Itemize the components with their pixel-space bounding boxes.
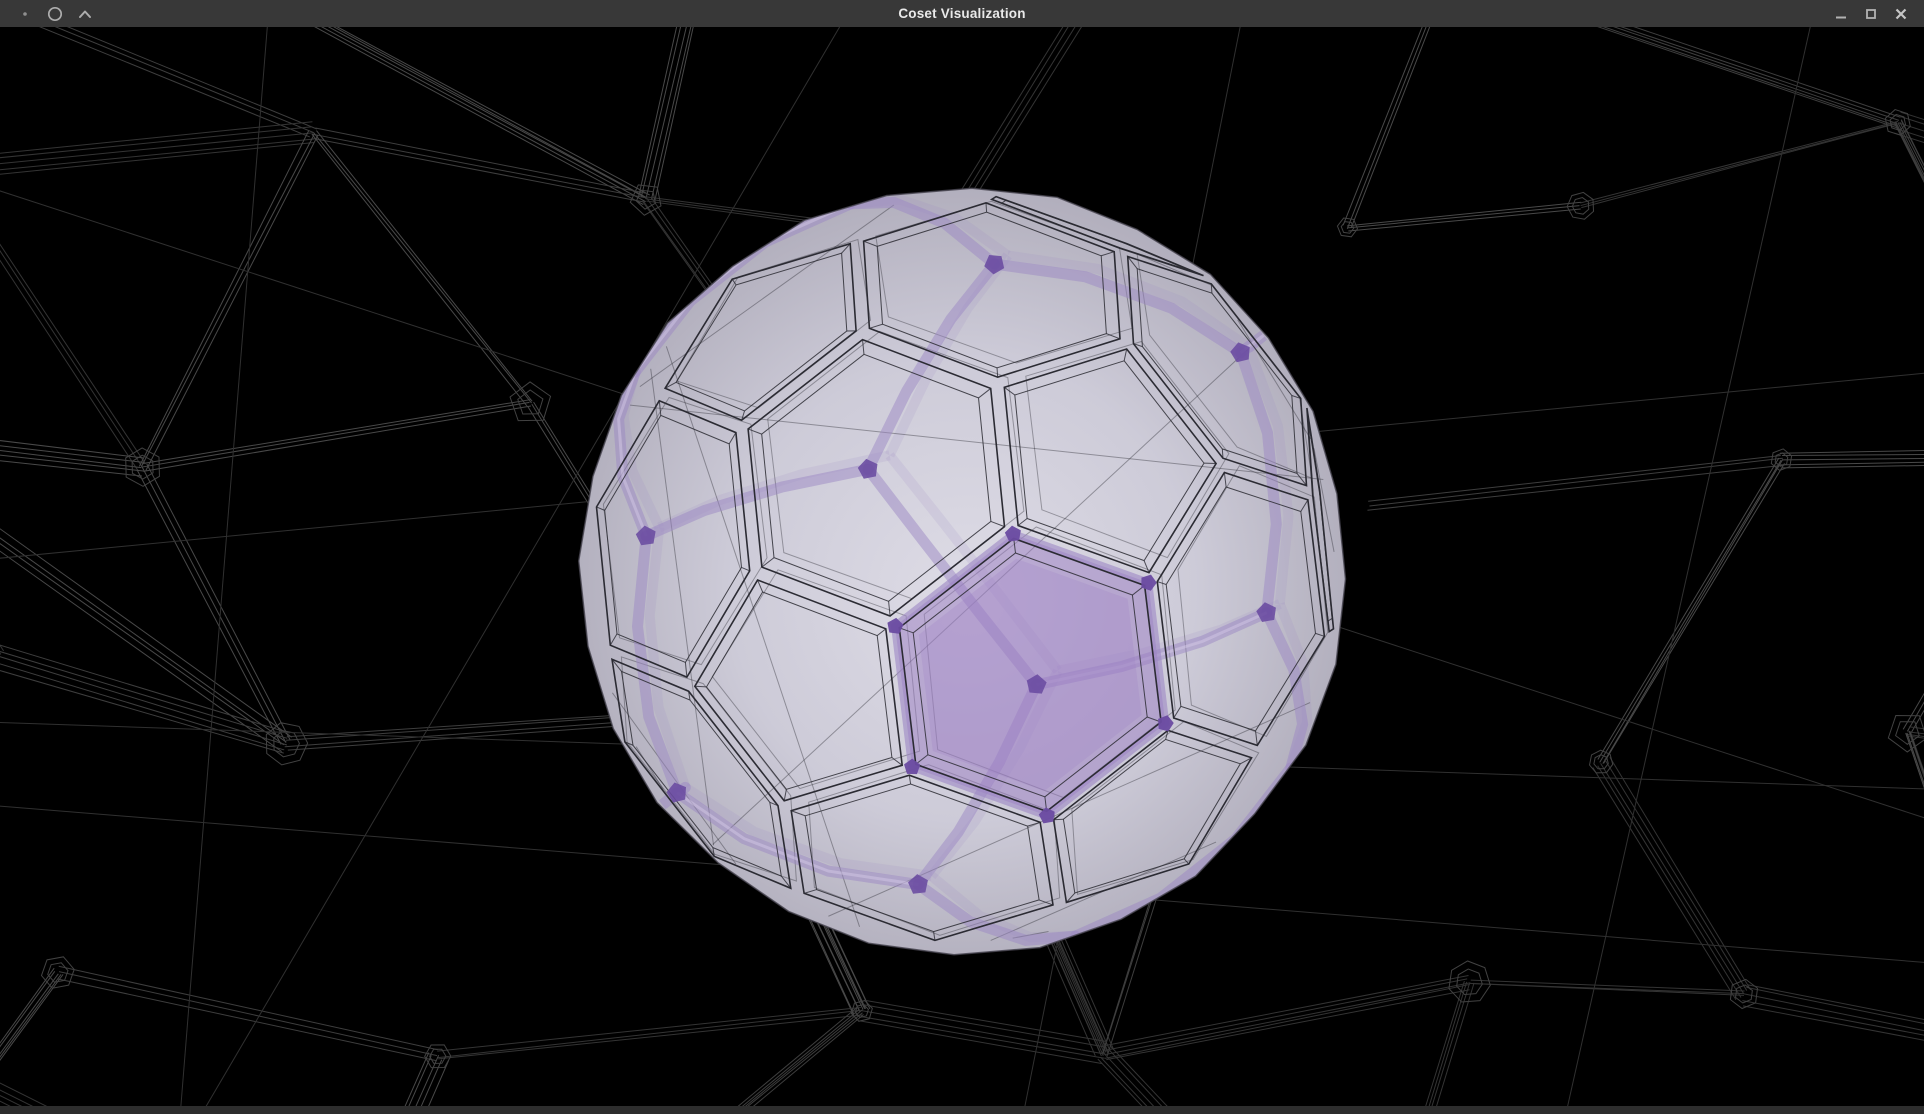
app-indicator-dot-icon <box>10 0 40 27</box>
close-button[interactable] <box>1886 0 1916 27</box>
titlebar[interactable]: Coset Visualization <box>0 0 1924 27</box>
maximize-button[interactable] <box>1856 0 1886 27</box>
chevron-up-icon[interactable] <box>70 0 100 27</box>
window-title: Coset Visualization <box>0 0 1924 27</box>
app-window: Coset Visualization <box>0 0 1924 1114</box>
coset-ball <box>579 188 1346 955</box>
minimize-button[interactable] <box>1826 0 1856 27</box>
window-controls <box>1826 0 1924 27</box>
viewport-3d[interactable] <box>0 27 1924 1106</box>
titlebar-left-controls <box>0 0 100 27</box>
record-circle-icon[interactable] <box>40 0 70 27</box>
window-bottom-edge <box>0 1106 1924 1114</box>
